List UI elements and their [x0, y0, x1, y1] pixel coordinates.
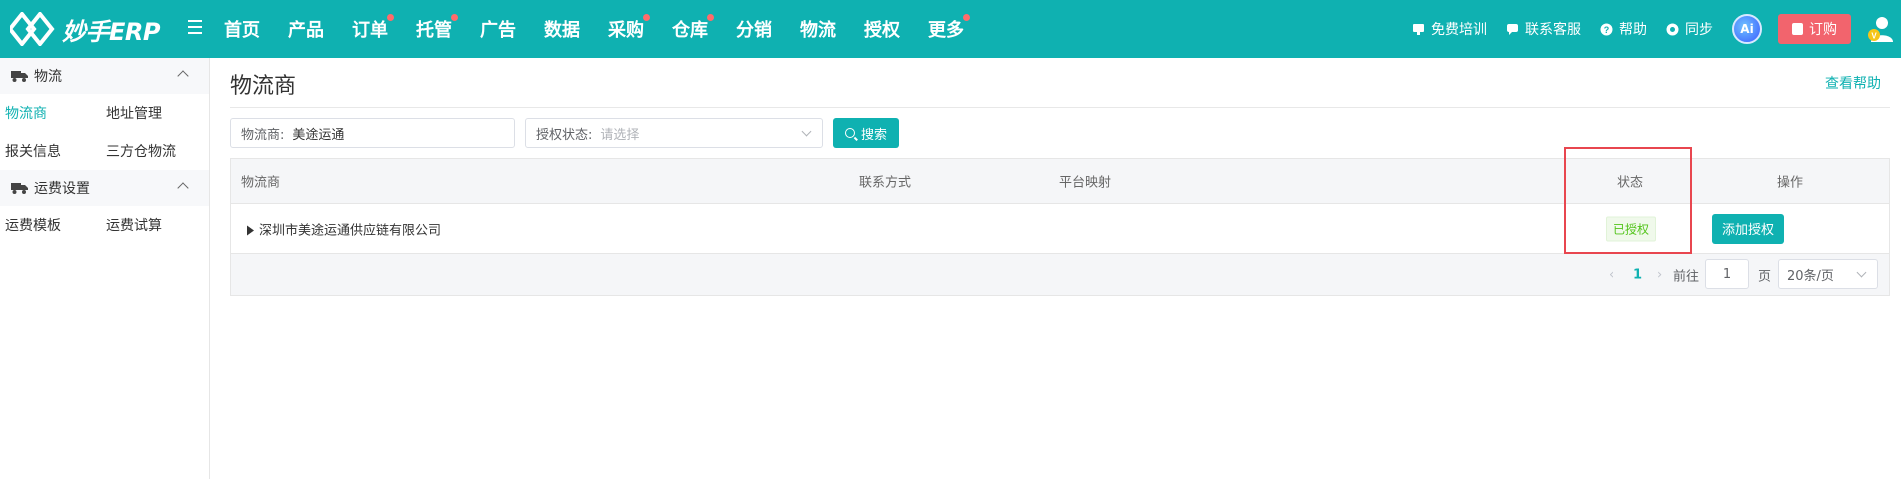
notification-dot [963, 14, 970, 21]
page-title: 物流商 [230, 74, 297, 99]
contact-support-link[interactable]: 联系客服 [1506, 19, 1581, 39]
page-unit-label: 页 [1758, 269, 1772, 284]
search-button[interactable]: 搜索 [833, 118, 899, 148]
notification-dot [643, 14, 650, 21]
user-icon: V [1868, 17, 1893, 42]
logo-text: 妙手ERP [62, 17, 160, 46]
nav-logistics[interactable]: 物流 [800, 16, 836, 42]
goto-page-input[interactable]: 1 [1705, 259, 1749, 289]
chevron-up-icon [177, 70, 189, 82]
sidebar-item-address[interactable]: 地址管理 [101, 103, 162, 123]
ai-assistant-button[interactable]: Ai [1732, 14, 1762, 44]
nav-products[interactable]: 产品 [288, 16, 324, 42]
header-tools: 免费培训 联系客服 ? 帮助 同步 Ai 订购 V [1412, 0, 1901, 58]
nav-home[interactable]: 首页 [224, 16, 260, 42]
chevron-down-icon [801, 126, 812, 137]
nav-hosting[interactable]: 托管 [416, 14, 458, 42]
divider [230, 107, 1890, 108]
column-header-contact: 联系方式 [859, 175, 912, 191]
logo-icon [10, 12, 55, 46]
goto-label: 前往 [1673, 269, 1700, 284]
auth-status-select[interactable]: 授权状态: 请选择 [525, 118, 823, 148]
svg-text:?: ? [1604, 25, 1610, 35]
user-avatar[interactable]: V [1865, 14, 1895, 44]
nav-purchase[interactable]: 采购 [608, 14, 650, 42]
notification-dot [707, 14, 714, 21]
chevron-down-icon [1856, 267, 1867, 278]
carrier-name: 深圳市美途运通供应链有限公司 [259, 223, 442, 238]
pagination: ‹ 1 › 前往 1 页 20条/页 [231, 254, 1889, 295]
next-page-icon[interactable]: › [1657, 267, 1662, 282]
column-header-carrier: 物流商 [241, 175, 281, 191]
carrier-search-input[interactable]: 物流商: 美途运通 [230, 118, 515, 148]
monitor-icon [1413, 23, 1424, 35]
sidebar-item-fee-template[interactable]: 运费模板 [0, 215, 101, 235]
search-icon [844, 128, 855, 138]
prev-page-icon[interactable]: ‹ [1609, 267, 1614, 282]
caret-right-icon [247, 225, 254, 236]
sidebar-group-shipping-fees[interactable]: 运费设置 [0, 170, 209, 206]
nav-authorization[interactable]: 授权 [864, 16, 900, 42]
top-navbar: 妙手ERP 首页 产品 订单 托管 广告 数据 采购 仓库 分销 物流 授权 更… [0, 0, 1901, 58]
notification-dot [387, 14, 394, 21]
question-icon: ? [1600, 23, 1613, 35]
shopping-bag-icon [1792, 23, 1803, 35]
chat-icon [1507, 23, 1518, 35]
view-help-link[interactable]: 查看帮助 [1825, 73, 1881, 93]
truck-icon [11, 71, 28, 82]
nav-warehouse[interactable]: 仓库 [672, 14, 714, 42]
add-authorization-button[interactable]: 添加授权 [1712, 213, 1785, 244]
sidebar-group-logistics[interactable]: 物流 [0, 58, 209, 94]
column-header-actions: 操作 [1777, 175, 1804, 191]
help-link[interactable]: ? 帮助 [1600, 19, 1647, 39]
nav-orders[interactable]: 订单 [352, 14, 394, 42]
notification-dot [451, 14, 458, 21]
sidebar-item-3pl[interactable]: 三方仓物流 [101, 141, 176, 161]
sync-icon [1666, 23, 1679, 35]
status-highlight-box [1564, 147, 1692, 254]
order-button[interactable]: 订购 [1778, 14, 1851, 44]
sync-link[interactable]: 同步 [1666, 19, 1713, 39]
nav-more[interactable]: 更多 [928, 14, 970, 42]
nav-ads[interactable]: 广告 [480, 16, 516, 42]
column-header-mapping: 平台映射 [1059, 175, 1112, 191]
chevron-up-icon [177, 182, 189, 194]
page-size-select[interactable]: 20条/页 [1778, 259, 1878, 289]
svg-text:V: V [1871, 32, 1877, 41]
page-number[interactable]: 1 [1633, 267, 1642, 282]
sidebar-item-fee-calculator[interactable]: 运费试算 [101, 215, 162, 235]
nav-distribution[interactable]: 分销 [736, 16, 772, 42]
menu-toggle-icon[interactable] [188, 20, 202, 36]
truck-icon [11, 183, 28, 194]
free-training-link[interactable]: 免费培训 [1412, 19, 1487, 39]
nav-data[interactable]: 数据 [544, 16, 580, 42]
main-nav: 首页 产品 订单 托管 广告 数据 采购 仓库 分销 物流 授权 更多 [224, 0, 992, 58]
sidebar: 物流 物流商 地址管理 报关信息 三方仓物流 运费设置 运费模板 运费试算 [0, 58, 210, 479]
sidebar-item-customs[interactable]: 报关信息 [0, 141, 101, 161]
sidebar-item-carriers[interactable]: 物流商 [0, 103, 101, 123]
expand-row-toggle[interactable]: 深圳市美途运通供应链有限公司 [247, 219, 441, 238]
app-logo[interactable]: 妙手ERP [10, 12, 160, 46]
